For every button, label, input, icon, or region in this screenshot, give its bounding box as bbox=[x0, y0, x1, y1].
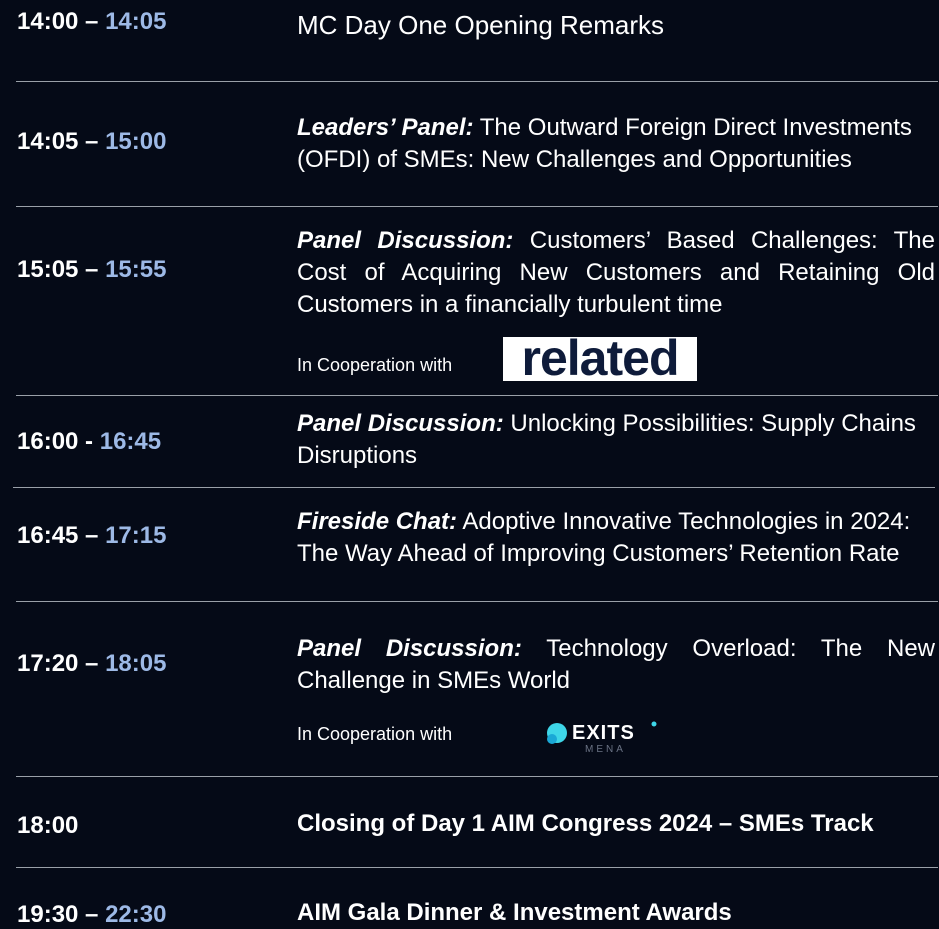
divider bbox=[16, 867, 938, 868]
session-time: 14:00 – 14:05 bbox=[17, 8, 167, 35]
divider bbox=[16, 81, 938, 82]
svg-text:MENA: MENA bbox=[585, 744, 626, 755]
session-type-label: Panel Discussion: bbox=[297, 410, 504, 437]
session-title: Panel Discussion: Unlocking Possibilitie… bbox=[297, 410, 916, 469]
session-time: 18:00 bbox=[17, 812, 79, 839]
session-title: Panel Discussion: Customers’ Based Chall… bbox=[297, 227, 935, 318]
svg-text:related: related bbox=[522, 337, 679, 381]
session-title: Fireside Chat: Adoptive Innovative Techn… bbox=[297, 508, 911, 567]
session-time: 15:05 – 15:55 bbox=[17, 256, 167, 283]
session-title: Closing of Day 1 AIM Congress 2024 – SME… bbox=[297, 810, 874, 837]
session-time: 16:45 – 17:15 bbox=[17, 522, 167, 549]
session-time: 14:05 – 15:00 bbox=[17, 128, 167, 155]
divider bbox=[16, 206, 938, 207]
session-type-label: Panel Discussion: bbox=[297, 227, 514, 254]
divider bbox=[16, 776, 938, 777]
divider bbox=[16, 601, 938, 602]
session-title: AIM Gala Dinner & Investment Awards bbox=[297, 899, 732, 926]
exits-mena-logo: EXITS MENA bbox=[543, 716, 661, 756]
session-time: 19:30 – 22:30 bbox=[17, 901, 167, 928]
divider bbox=[13, 487, 935, 488]
session-title: Leaders’ Panel: The Outward Foreign Dire… bbox=[297, 114, 912, 173]
divider bbox=[16, 395, 938, 396]
session-time: 16:00 - 16:45 bbox=[17, 428, 162, 455]
cooperation-label: In Cooperation with bbox=[297, 724, 453, 744]
cooperation-label: In Cooperation with bbox=[297, 355, 453, 375]
session-type-label: Panel Discussion: bbox=[297, 635, 522, 662]
session-type-label: Fireside Chat: bbox=[297, 508, 458, 535]
session-title: MC Day One Opening Remarks bbox=[297, 10, 665, 40]
related-logo: related bbox=[503, 330, 697, 386]
session-time: 17:20 – 18:05 bbox=[17, 650, 167, 677]
session-type-label: Leaders’ Panel: bbox=[297, 114, 474, 141]
svg-text:EXITS: EXITS bbox=[572, 722, 635, 744]
session-title: Panel Discussion: Technology Overload: T… bbox=[297, 635, 935, 694]
